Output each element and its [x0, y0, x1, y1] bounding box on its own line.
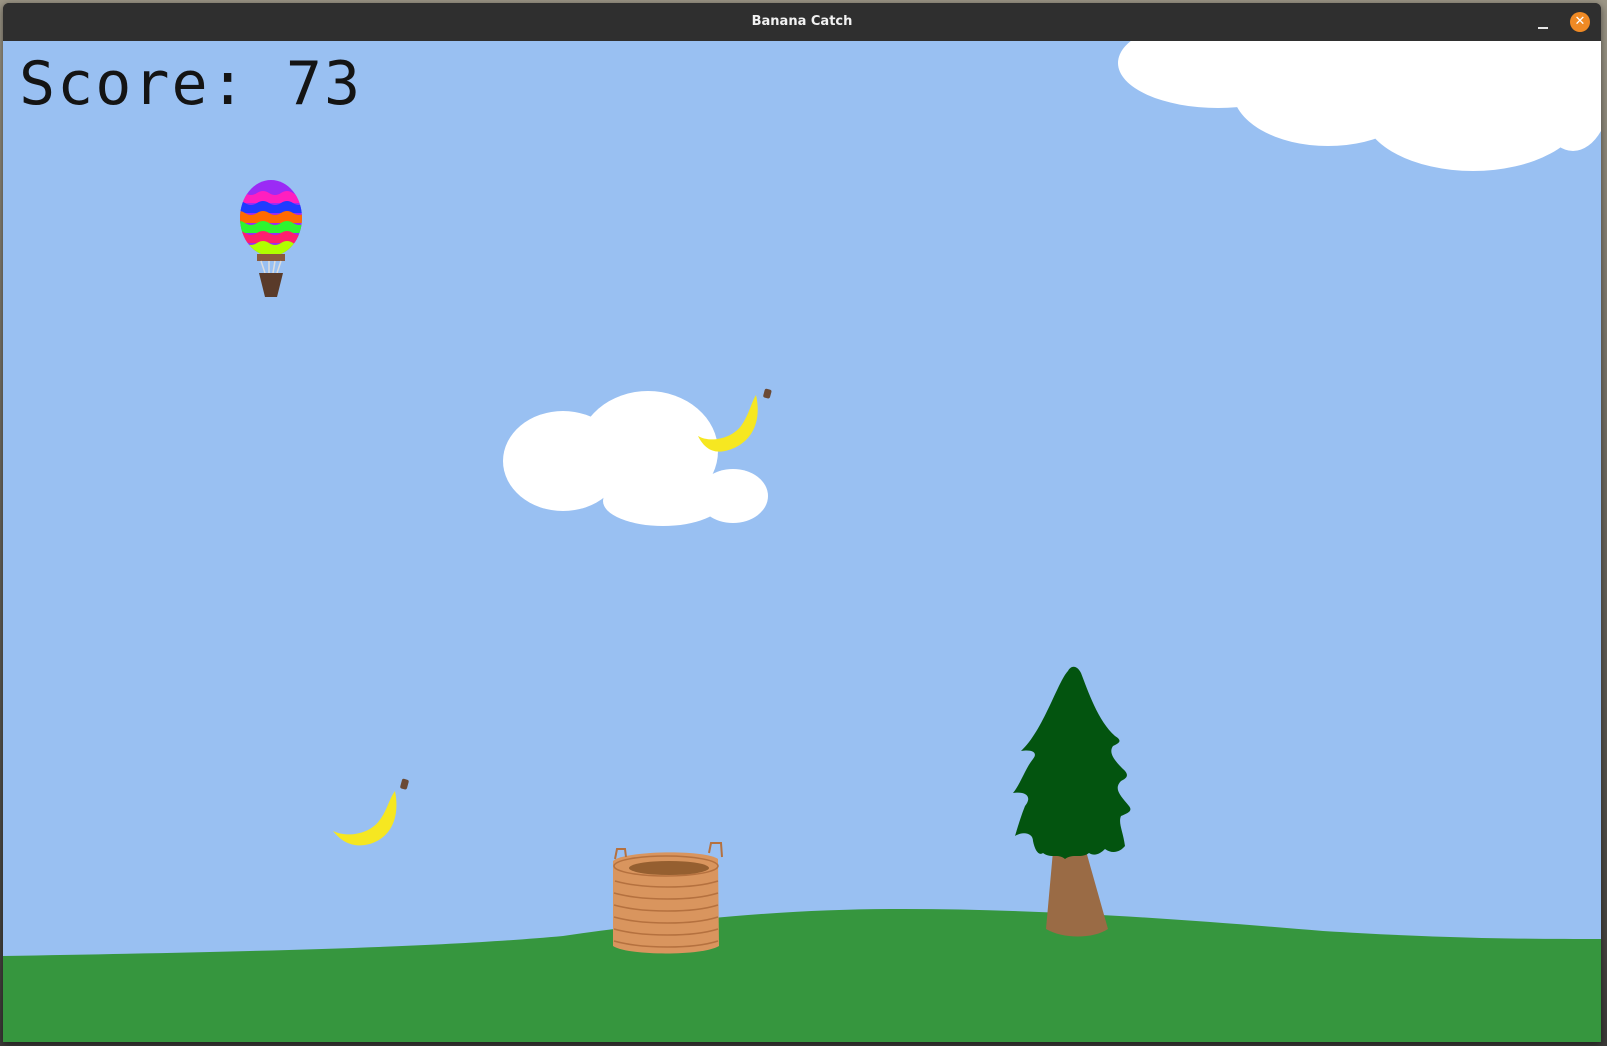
window-title: Banana Catch	[751, 14, 853, 29]
app-window: Banana Catch ✕ Score: 73	[3, 3, 1601, 1042]
basket[interactable]	[613, 842, 723, 954]
game-canvas[interactable]: Score: 73	[3, 41, 1601, 1042]
game-scene	[3, 41, 1601, 1042]
title-bar[interactable]: Banana Catch ✕	[3, 3, 1601, 42]
score-label: Score: 73	[19, 49, 363, 119]
close-icon: ✕	[1574, 14, 1586, 29]
sky	[3, 41, 1601, 1042]
minimize-icon	[1538, 27, 1548, 29]
minimize-button[interactable]	[1533, 12, 1553, 32]
close-button[interactable]: ✕	[1570, 12, 1590, 32]
